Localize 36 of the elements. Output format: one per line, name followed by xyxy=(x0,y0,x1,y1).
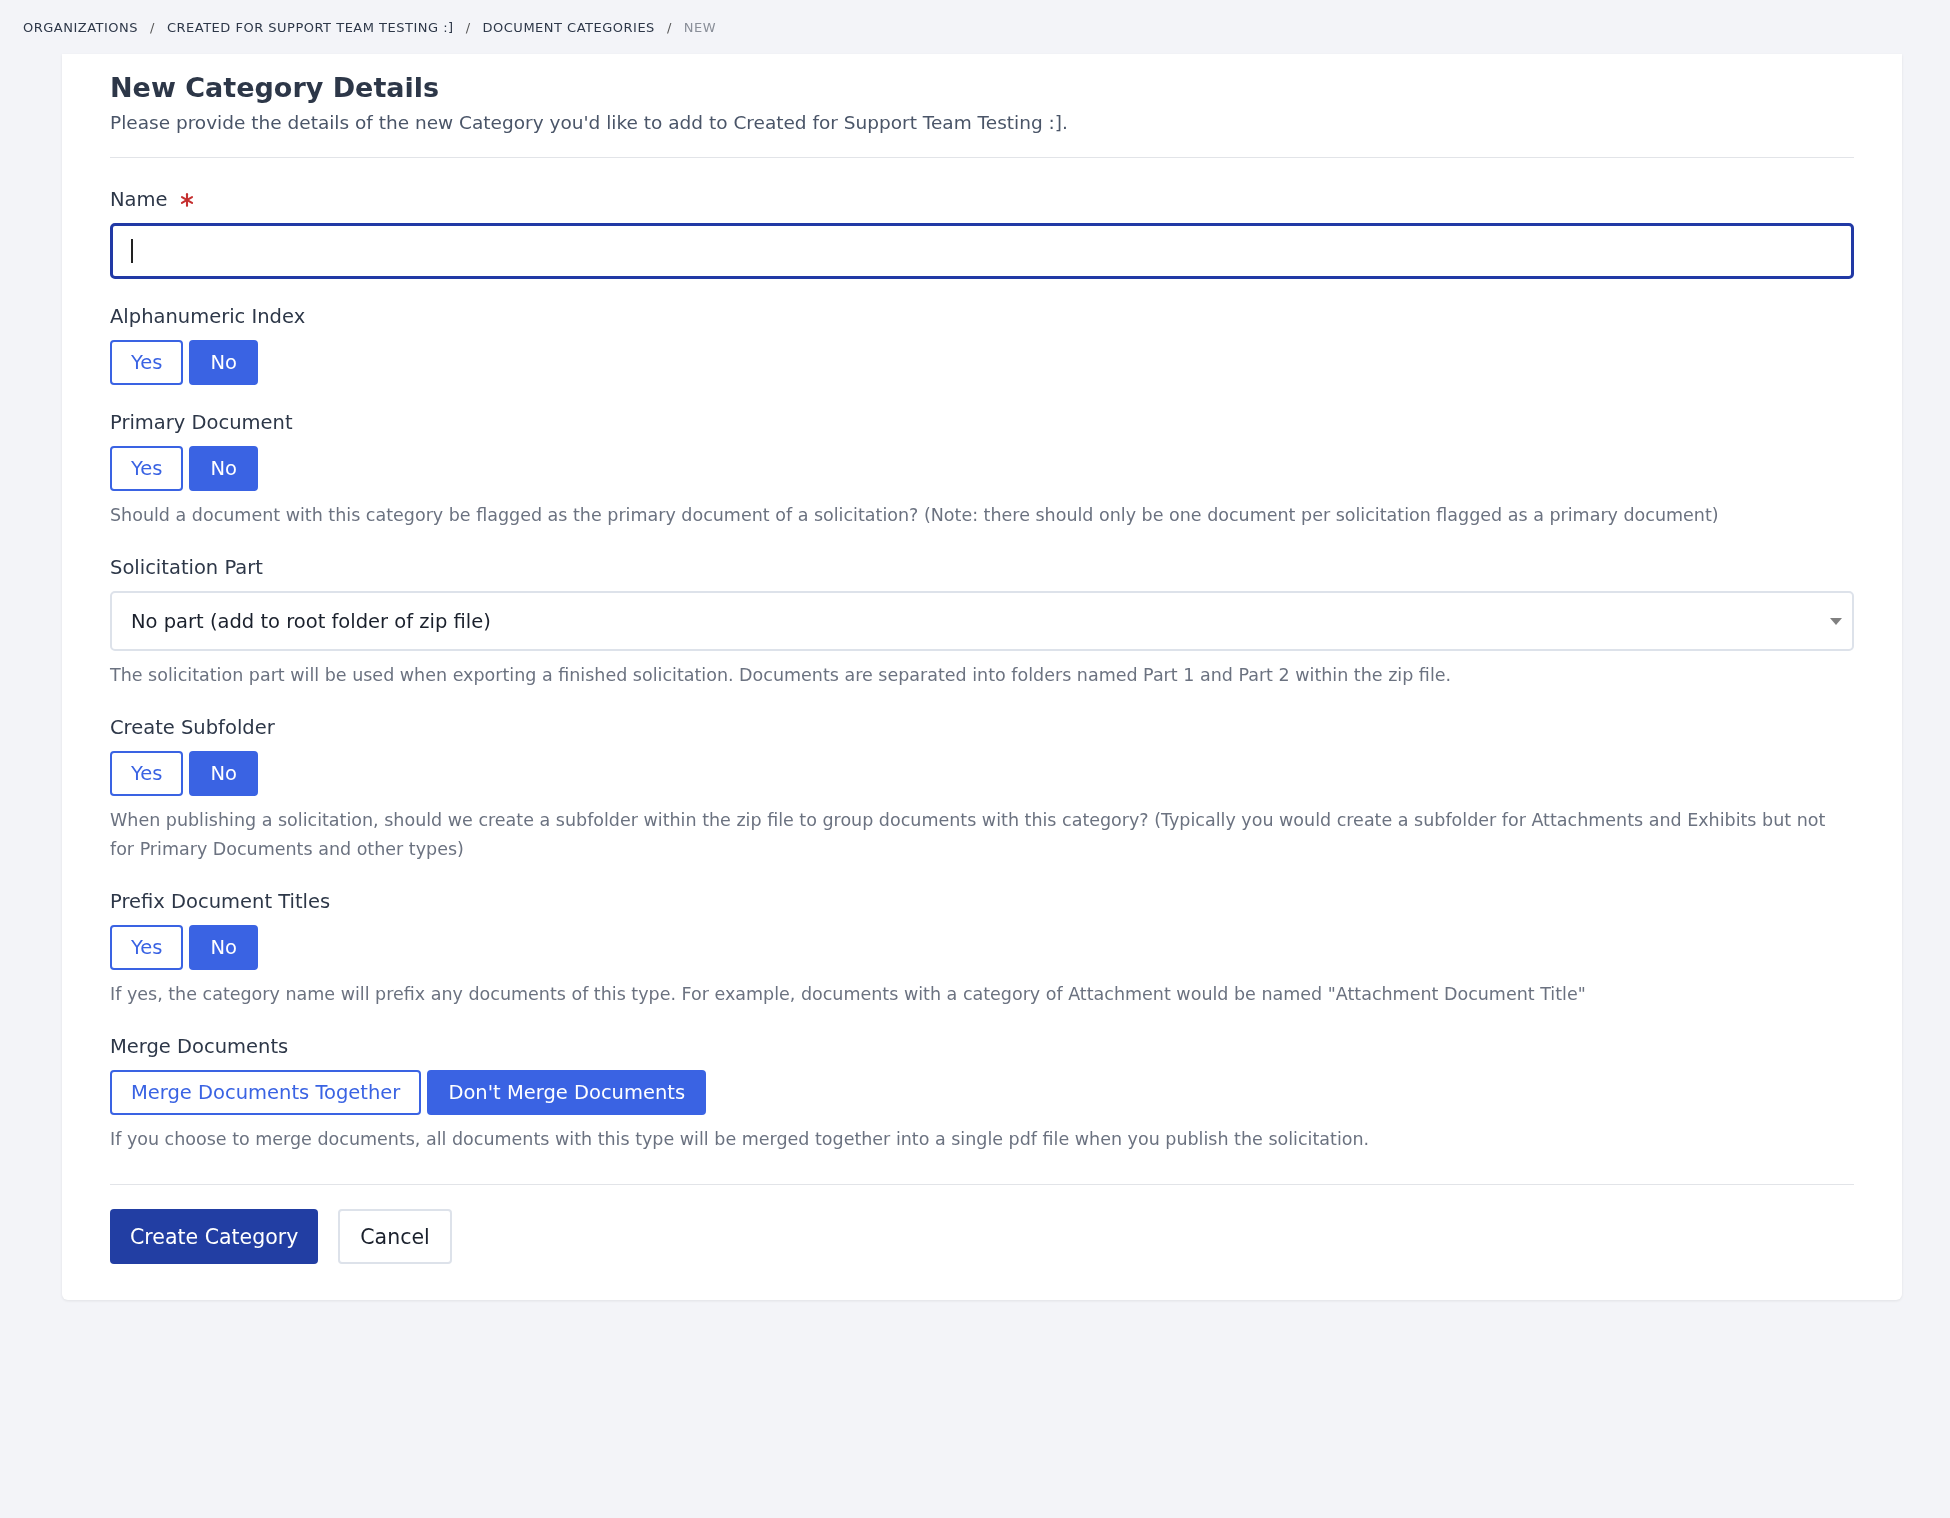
toggle-option-button[interactable]: Merge Documents Together xyxy=(110,1070,422,1115)
toggle-option-button[interactable]: No xyxy=(189,925,258,970)
cancel-button[interactable]: Cancel xyxy=(338,1209,452,1264)
field-label: Create Subfolder xyxy=(110,716,275,739)
breadcrumb-separator: / xyxy=(465,19,471,35)
toggle-option-button[interactable]: No xyxy=(189,446,258,491)
dropdown-caret-icon xyxy=(1830,617,1842,625)
toggle-option-button[interactable]: Yes xyxy=(110,751,184,796)
help-text: Should a document with this category be flagged as the primary document of a solicitation? (Note: there should only be one document per solicitation flagged as a primary document) xyxy=(110,504,1720,527)
breadcrumb-link[interactable]: CREATED FOR SUPPORT TEAM TESTING :] xyxy=(166,19,454,35)
breadcrumb-link[interactable]: ORGANIZATIONS xyxy=(23,19,139,35)
toggle-option-button[interactable]: No xyxy=(189,751,258,796)
form-subtitle: Please provide the details of the new Category you'd like to add to Created for Support Team Testing :]. xyxy=(110,112,1069,133)
form-title: New Category Details xyxy=(110,71,441,105)
name-input-field[interactable] xyxy=(110,223,1854,279)
breadcrumb-separator: / xyxy=(150,19,155,35)
select-dropdown[interactable]: No part (add to root folder of zip file) xyxy=(110,591,1854,651)
create-button[interactable]: Create Category xyxy=(110,1209,319,1264)
field-label: Primary Document xyxy=(110,411,293,434)
field-label: Prefix Document Titles xyxy=(110,890,331,913)
help-text: When publishing a solicitation, should we create a subfolder within the zip file to group documents with this category? (Typically you would create a subfolder for Attachments and Exhibits but not for Primary Documents and other types) xyxy=(110,809,1827,861)
toggle-option-button[interactable]: Don't Merge Documents xyxy=(427,1070,707,1115)
field-label: Name xyxy=(110,188,168,211)
toggle-option-button[interactable]: Yes xyxy=(110,340,184,385)
field-label: Solicitation Part xyxy=(110,556,263,579)
toggle-option-button[interactable]: Yes xyxy=(110,446,184,491)
help-text: If yes, the category name will prefix any documents of this type. For example, documents with a category of Attachment would be named "Attachment Document Title" xyxy=(110,983,1587,1006)
toggle-option-button[interactable]: Yes xyxy=(110,925,184,970)
field-label: Merge Documents xyxy=(110,1035,289,1058)
help-text: If you choose to merge documents, all documents with this type will be merged together into a single pdf file when you publish the solicitation. xyxy=(110,1128,1371,1151)
breadcrumb-link[interactable]: DOCUMENT CATEGORIES xyxy=(482,19,655,35)
toggle-option-button[interactable]: No xyxy=(189,340,258,385)
help-text: The solicitation part will be used when exporting a finished solicitation. Documents are separated into folders named Part 1 and Part 2 within the zip file. xyxy=(110,664,1453,687)
field-label: Alphanumeric Index xyxy=(110,305,306,328)
breadcrumb-separator: / xyxy=(666,19,672,35)
breadcrumb-current: NEW xyxy=(683,19,717,35)
